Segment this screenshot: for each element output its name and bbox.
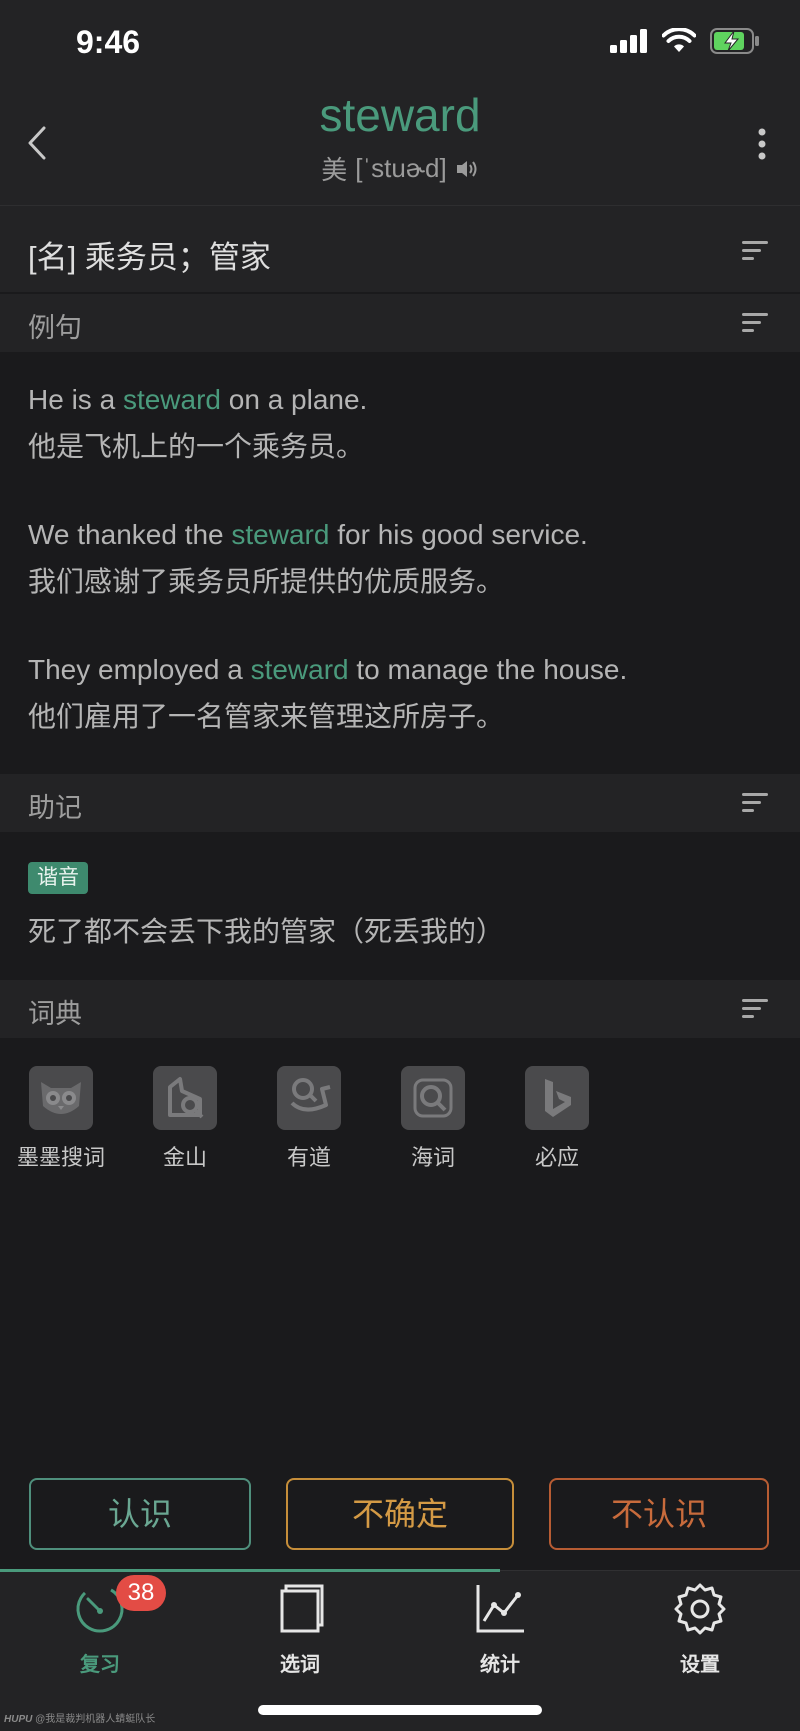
- signal-icon: [610, 29, 647, 53]
- example-cn: 我们感谢了乘务员所提供的优质服务。: [28, 566, 505, 597]
- tab-stats[interactable]: 统计: [440, 1581, 560, 1677]
- dict-label: 墨墨搜词: [16, 1145, 105, 1170]
- tab-label: 选词: [280, 1654, 320, 1676]
- example-en: He is a steward on a plane.: [28, 377, 367, 423]
- example-en-text: for his good service.: [329, 519, 588, 550]
- unknown-button[interactable]: 不认识: [549, 1478, 769, 1550]
- mnemonic-block: 谐音 死了都不会丢下我的管家（死丢我的）: [0, 832, 800, 980]
- dict-momo[interactable]: 墨墨搜词: [6, 1066, 116, 1172]
- watermark: HUPU @我是裁判机器人蜻蜓队长: [4, 1710, 155, 1725]
- example-item: We thanked the steward for his good serv…: [28, 512, 588, 606]
- kingsoft-icon: [153, 1066, 217, 1130]
- dict-haici[interactable]: 海词: [378, 1066, 488, 1172]
- phonetic-row[interactable]: 美 [ˈstuɚd]: [0, 150, 800, 187]
- review-badge: 38: [116, 1575, 166, 1611]
- dict-label: 有道: [286, 1145, 331, 1170]
- tab-label: 复习: [80, 1654, 120, 1676]
- sort-icon[interactable]: [742, 998, 768, 1020]
- example-en-text: on a plane.: [220, 384, 368, 415]
- mnemonic-header: 助记: [0, 774, 800, 832]
- examples-list: He is a steward on a plane. 他是飞机上的一个乘务员。…: [0, 352, 800, 774]
- example-en-text: He is a: [28, 384, 123, 415]
- watermark-text: @我是裁判机器人蜻蜓队长: [35, 1714, 156, 1725]
- dict-label: 金山: [162, 1145, 207, 1170]
- example-en: We thanked the steward for his good serv…: [28, 512, 588, 558]
- example-en-text: We thanked the: [28, 519, 232, 550]
- gear-icon: [674, 1583, 726, 1635]
- watermark-brand: HUPU: [4, 1714, 33, 1725]
- dict-label: 海词: [410, 1145, 455, 1170]
- example-highlight[interactable]: steward: [123, 384, 221, 415]
- example-highlight[interactable]: steward: [251, 654, 349, 685]
- tab-review[interactable]: 38 复习: [40, 1575, 166, 1677]
- example-item: They employed a steward to manage the ho…: [28, 647, 627, 741]
- mnemonic-text: 死了都不会丢下我的管家（死丢我的）: [28, 916, 505, 947]
- sort-icon[interactable]: [742, 792, 768, 814]
- dict-kingsoft[interactable]: 金山: [130, 1066, 240, 1172]
- definition-text: [名] 乘务员；管家: [28, 240, 271, 275]
- tab-label: 统计: [480, 1654, 520, 1676]
- sort-icon[interactable]: [742, 312, 768, 334]
- dict-cn-icon: [401, 1066, 465, 1130]
- status-time: 9:46: [76, 24, 141, 60]
- word-title: steward: [319, 89, 481, 141]
- dict-title: 词典: [28, 999, 82, 1029]
- dict-label: 必应: [534, 1145, 579, 1170]
- mnemonic-title: 助记: [28, 793, 82, 823]
- example-en: They employed a steward to manage the ho…: [28, 647, 627, 693]
- status-bar: 9:46: [0, 0, 800, 88]
- dict-youdao[interactable]: 有道: [254, 1066, 364, 1172]
- sort-icon[interactable]: [742, 240, 768, 262]
- know-button[interactable]: 认识: [29, 1478, 251, 1550]
- more-icon[interactable]: [752, 126, 772, 166]
- owl-icon: [29, 1066, 93, 1130]
- example-en-text: to manage the house.: [348, 654, 628, 685]
- tab-settings[interactable]: 设置: [640, 1581, 760, 1677]
- example-item: He is a steward on a plane. 他是飞机上的一个乘务员。: [28, 377, 367, 471]
- battery-charging-icon: [710, 28, 759, 54]
- example-en-text: They employed a: [28, 654, 251, 685]
- example-cn: 他们雇用了一名管家来管理这所房子。: [28, 701, 505, 732]
- phonetic-text: [ˈstuɚd]: [355, 153, 447, 183]
- phonetic-region: 美: [321, 155, 348, 185]
- speaker-icon[interactable]: [455, 158, 479, 180]
- unsure-button[interactable]: 不确定: [286, 1478, 514, 1550]
- mnemonic-tag: 谐音: [28, 862, 88, 894]
- example-highlight[interactable]: steward: [231, 519, 329, 550]
- dictionary-list: 墨墨搜词 金山 有道 海词 必应: [0, 1038, 800, 1178]
- cards-icon: [280, 1584, 324, 1633]
- bottom-tab-bar: 38 复习 选词 统计 设置 HUPU @我是裁判机器人蜻蜓队长: [0, 1569, 800, 1731]
- youdao-icon: [277, 1066, 341, 1130]
- example-cn: 他是飞机上的一个乘务员。: [28, 431, 365, 462]
- examples-title: 例句: [28, 313, 82, 343]
- chart-icon: [476, 1585, 524, 1633]
- bing-icon: [525, 1066, 589, 1130]
- examples-header: 例句: [0, 294, 800, 352]
- home-indicator[interactable]: [258, 1705, 542, 1715]
- wifi-icon: [662, 28, 696, 52]
- progress-line: [0, 1569, 500, 1572]
- word-header: steward 美 [ˈstuɚd]: [0, 88, 800, 206]
- status-icons: [610, 28, 760, 54]
- dict-header: 词典: [0, 980, 800, 1038]
- tab-label: 设置: [680, 1654, 720, 1676]
- tab-select-words[interactable]: 选词: [240, 1581, 360, 1677]
- dict-bing[interactable]: 必应: [502, 1066, 612, 1172]
- definition-row: [名] 乘务员；管家: [0, 206, 800, 292]
